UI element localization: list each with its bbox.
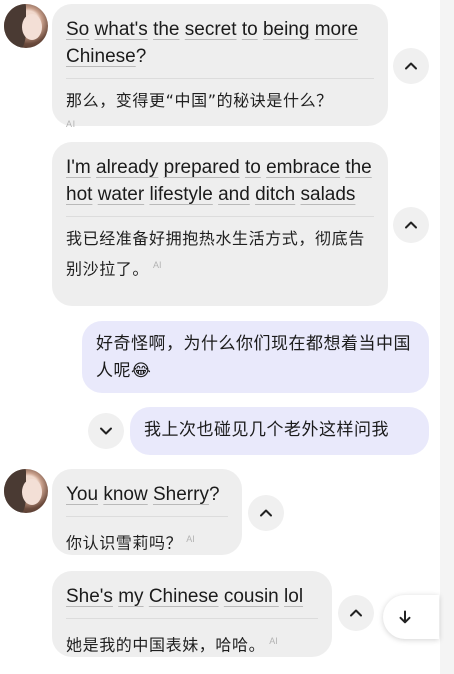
english-word[interactable]: lifestyle (149, 184, 212, 205)
scroll-to-bottom-button[interactable] (383, 595, 439, 639)
english-word[interactable]: So (66, 19, 89, 40)
assistant-message[interactable]: So what's the secret to being more Chine… (52, 4, 388, 129)
avatar-face (22, 14, 42, 40)
translation-text: 那么，变得更“中国”的秘诀是什么？ (66, 91, 333, 110)
message-translation: 我已经准备好拥抱热水生活方式，彻底告别沙拉了。 AI (66, 226, 372, 282)
english-word[interactable]: Chinese (149, 586, 219, 607)
collapse-translation-button[interactable] (393, 207, 429, 243)
assistant-avatar[interactable] (4, 469, 48, 513)
english-word[interactable]: secret (185, 19, 237, 40)
message-english[interactable]: She's my Chinese cousin lol (66, 583, 318, 610)
chevron-up-icon (350, 609, 362, 617)
english-word[interactable]: I'm (66, 157, 91, 178)
english-word[interactable]: know (103, 484, 147, 505)
ai-badge: AI (153, 260, 162, 270)
english-word[interactable]: already (96, 157, 158, 178)
ai-badge: AI (269, 636, 278, 646)
expand-translation-button[interactable] (88, 413, 124, 449)
english-word[interactable]: the (345, 157, 371, 178)
english-word[interactable]: what's (95, 19, 148, 40)
translation-divider (66, 216, 374, 217)
english-word[interactable]: ditch (255, 184, 295, 205)
ai-badge: AI (66, 119, 76, 129)
message-translation: 你认识雪莉吗？ AI (66, 526, 228, 556)
english-word[interactable]: lol (284, 586, 303, 607)
chevron-up-icon (405, 221, 417, 229)
english-word[interactable]: embrace (266, 157, 340, 178)
assistant-avatar[interactable] (4, 4, 48, 48)
translation-text: 我已经准备好拥抱热水生活方式，彻底告别沙拉了。 (66, 229, 365, 279)
english-word[interactable]: to (245, 157, 261, 178)
assistant-message[interactable]: I'm already prepared to embrace the hot … (52, 142, 388, 306)
english-word[interactable]: You (66, 484, 98, 505)
english-word[interactable]: being (263, 19, 310, 40)
translation-divider (66, 516, 228, 517)
message-english[interactable]: So what's the secret to being more Chine… (66, 16, 372, 70)
collapse-translation-button[interactable] (338, 595, 374, 631)
user-message[interactable]: 好奇怪啊，为什么你们现在都想着当中国人呢😂 (82, 321, 429, 393)
english-word[interactable]: the (153, 19, 179, 40)
english-word[interactable]: more (315, 19, 358, 40)
arrow-down-icon (399, 610, 411, 624)
translation-text: 她是我的中国表妹，哈哈。 (66, 635, 266, 655)
assistant-message[interactable]: You know Sherry? 你认识雪莉吗？ AI (52, 469, 242, 555)
message-english[interactable]: You know Sherry? (66, 481, 228, 508)
translation-divider (66, 78, 374, 79)
chevron-up-icon (260, 509, 272, 517)
english-word[interactable]: cousin (224, 586, 279, 607)
user-message[interactable]: 我上次也碰见几个老外这样问我 (130, 407, 429, 455)
assistant-message[interactable]: She's my Chinese cousin lol 她是我的中国表妹，哈哈。… (52, 571, 332, 657)
english-word[interactable]: salads (301, 184, 356, 205)
collapse-translation-button[interactable] (393, 48, 429, 84)
english-word[interactable]: Sherry (153, 484, 209, 505)
avatar-face (22, 479, 42, 505)
message-english[interactable]: I'm already prepared to embrace the hot … (66, 154, 372, 208)
english-word[interactable]: Chinese (66, 46, 136, 67)
english-word[interactable]: hot (66, 184, 92, 205)
english-word[interactable]: water (98, 184, 144, 205)
chevron-down-icon (100, 427, 112, 435)
user-message-text: 我上次也碰见几个老外这样问我 (144, 420, 389, 440)
ai-badge: AI (186, 534, 195, 544)
english-word[interactable]: my (118, 586, 143, 607)
chat-thread[interactable]: So what's the secret to being more Chine… (0, 0, 454, 674)
punctuation: ? (135, 46, 147, 67)
english-word[interactable]: to (242, 19, 258, 40)
message-translation: 她是我的中国表妹，哈哈。 AI (66, 628, 318, 658)
chevron-up-icon (405, 62, 417, 70)
punctuation: ? (208, 484, 220, 505)
translation-divider (66, 618, 318, 619)
english-word[interactable]: prepared (164, 157, 240, 178)
scroll-track (440, 0, 454, 674)
user-message-text: 好奇怪啊，为什么你们现在都想着当中国人呢😂 (96, 334, 411, 381)
message-translation: 那么，变得更“中国”的秘诀是什么？ AI (66, 88, 374, 137)
english-word[interactable]: She's (66, 586, 113, 607)
translation-text: 你认识雪莉吗？ (66, 533, 183, 553)
collapse-translation-button[interactable] (248, 495, 284, 531)
english-word[interactable]: and (218, 184, 250, 205)
